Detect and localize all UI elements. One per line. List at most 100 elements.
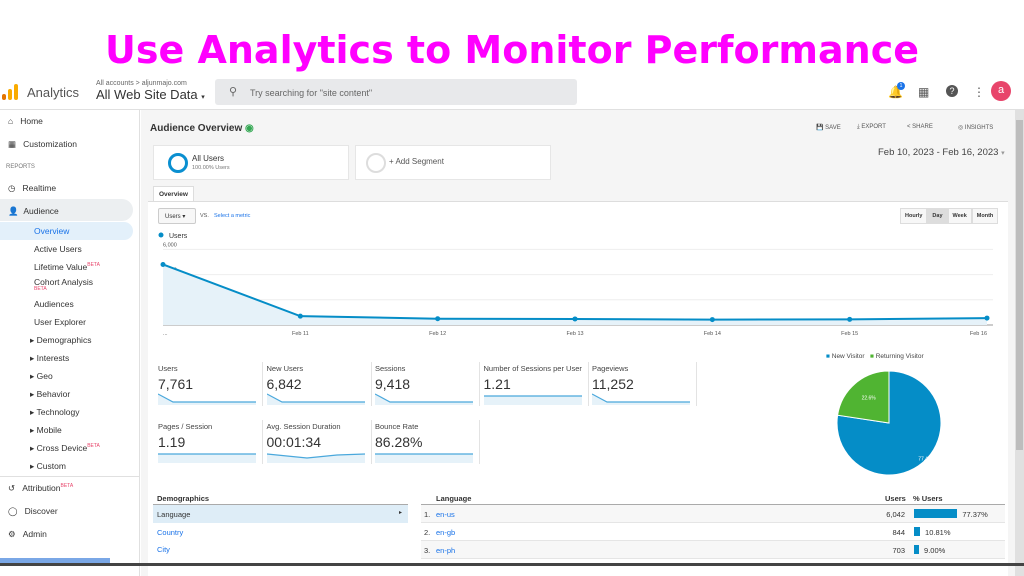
label: Feb 10, 2023 - Feb 16, 2023 (878, 147, 999, 158)
sidebar-item-geo[interactable]: ▸ Geo (30, 371, 53, 382)
select-metric-link[interactable]: Select a metric (214, 213, 250, 219)
metric-card[interactable]: New Users 6,842 (266, 364, 371, 405)
label: Lifetime Value (34, 262, 88, 272)
metric-label: Users (158, 364, 178, 373)
label: Geo (36, 371, 53, 381)
data-point[interactable] (984, 315, 990, 321)
metric-value: 7,761 (158, 376, 194, 392)
data-point[interactable] (435, 316, 441, 322)
demographics-header: Demographics (157, 494, 210, 503)
sidebar-item-active-users[interactable]: Active Users (34, 244, 82, 254)
divider (148, 201, 1008, 202)
notification-badge: 1 (897, 82, 905, 90)
granularity-week[interactable]: Week (947, 208, 972, 224)
tab-overview[interactable]: Overview (153, 186, 194, 202)
sidebar-item-interests[interactable]: ▸ Interests (30, 353, 69, 364)
label: Behavior (36, 389, 71, 399)
label: Cross Device (36, 443, 88, 453)
brand-name: Analytics (27, 85, 80, 100)
sidebar-item-customization[interactable]: ▦ Customization (8, 139, 77, 150)
avatar[interactable]: a (991, 81, 1011, 101)
row-pct: 9.00% (924, 546, 946, 555)
row-rank: 2. (424, 528, 431, 537)
help-icon[interactable]: ? (946, 85, 958, 97)
label: SAVE (825, 125, 841, 131)
row-language-link[interactable]: en-us (436, 510, 455, 519)
save-button[interactable]: 💾 SAVE (816, 124, 841, 131)
row-language-link[interactable]: en-gb (436, 528, 455, 537)
demographics-item-city[interactable]: City (157, 545, 170, 554)
scrollbar[interactable] (1015, 110, 1024, 576)
metric-value: 1.19 (158, 434, 186, 450)
row-language-link[interactable]: en-ph (436, 546, 455, 555)
sidebar-item-lifetime-value[interactable]: Lifetime ValueBETA (34, 262, 100, 272)
metric-card[interactable]: Sessions 9,418 (375, 364, 479, 405)
metric-sparkline (375, 453, 473, 463)
metric-card[interactable]: Number of Sessions per User 1.21 (483, 364, 588, 405)
granularity-month[interactable]: Month (971, 208, 999, 224)
row-rank: 3. (424, 546, 431, 555)
data-point[interactable] (572, 316, 578, 322)
gear-icon: ⚙ (8, 529, 16, 539)
granularity-group: Hourly Day Week Month (900, 208, 999, 224)
sidebar-item-overview-label[interactable]: Overview (34, 226, 69, 236)
metric-card[interactable]: Bounce Rate 86.28% (375, 422, 479, 463)
label: Discover (24, 506, 58, 516)
metric-sparkline (158, 453, 256, 463)
data-point[interactable] (709, 317, 715, 323)
top-bar: Analytics All accounts > aljunmajo.com A… (0, 76, 1024, 110)
account-selector[interactable]: All accounts > aljunmajo.com All Web Sit… (96, 80, 205, 102)
metric-select[interactable]: Users ▾ (158, 208, 196, 224)
sidebar-item-audience-label[interactable]: 👤 Audience (8, 206, 59, 217)
metric-card[interactable]: Avg. Session Duration 00:01:34 (266, 422, 371, 463)
search-input[interactable]: ⚲ Try searching for "site content" (215, 79, 577, 105)
sidebar-item-attribution[interactable]: ↺ AttributionBETA (8, 483, 73, 494)
row-users: 6,042 (886, 510, 905, 519)
sidebar-item-behavior[interactable]: ▸ Behavior (30, 389, 70, 400)
lightbulb-icon: ◯ (8, 506, 18, 516)
share-button[interactable]: < SHARE (907, 124, 933, 130)
sidebar-item-demographics[interactable]: ▸ Demographics (30, 335, 91, 346)
main-content: Audience Overview ◉ 💾 SAVE ⤓ EXPORT < SH… (141, 110, 1015, 576)
x-tick-label: Feb 15 (841, 331, 858, 337)
sidebar-item-realtime[interactable]: ◷ Realtime (8, 183, 56, 194)
data-point[interactable] (297, 313, 303, 319)
metric-card[interactable]: Users 7,761 (158, 364, 262, 405)
clock-icon: ◷ (8, 183, 16, 193)
data-point[interactable] (847, 316, 853, 322)
label: Audience (23, 206, 59, 216)
sidebar-item-discover[interactable]: ◯ Discover (8, 506, 58, 517)
demographics-item-language[interactable]: Language ▸ (153, 505, 408, 523)
sidebar-item-admin[interactable]: ⚙ Admin (8, 529, 47, 540)
analytics-logo[interactable] (2, 84, 18, 100)
segment-circle-icon (168, 153, 188, 173)
sidebar-item-audiences[interactable]: Audiences (34, 299, 74, 309)
demographics-item-country[interactable]: Country (157, 528, 183, 537)
granularity-hourly[interactable]: Hourly (900, 208, 928, 224)
scrollbar-thumb[interactable] (1016, 120, 1023, 450)
metric-card[interactable]: Pages / Session 1.19 (158, 422, 262, 463)
sidebar-item-cross-device[interactable]: ▸ Cross DeviceBETA (30, 443, 100, 454)
date-range-picker[interactable]: Feb 10, 2023 - Feb 16, 2023 ▾ (878, 147, 1005, 158)
x-tick-label: Feb 16 (970, 331, 987, 337)
sidebar-item-custom[interactable]: ▸ Custom (30, 461, 66, 472)
granularity-day[interactable]: Day (927, 208, 948, 224)
sidebar-item-user-explorer[interactable]: User Explorer (34, 317, 86, 327)
sidebar-item-home[interactable]: ⌂ Home (8, 116, 43, 126)
export-button[interactable]: ⤓ EXPORT (857, 124, 886, 131)
segment-circle-icon (366, 153, 386, 173)
y-tick-label: 6,000 (163, 242, 177, 248)
sidebar-item-technology[interactable]: ▸ Technology (30, 407, 80, 418)
metric-value: 00:01:34 (266, 434, 322, 450)
add-segment-button[interactable]: + Add Segment (355, 145, 551, 180)
metric-card[interactable]: Pageviews 11,252 (592, 364, 696, 405)
more-vert-icon[interactable]: ⋮ (973, 85, 985, 99)
apps-grid-icon[interactable]: ▦ (918, 85, 929, 99)
segment-all-users[interactable]: All Users 100.00% Users (153, 145, 349, 180)
sidebar-item-mobile[interactable]: ▸ Mobile (30, 425, 62, 436)
insights-button[interactable]: ◎ INSIGHTS (958, 124, 993, 131)
row-pct: 77.37% (962, 510, 988, 519)
legend-swatch-returning: ■ (869, 353, 874, 360)
data-point[interactable] (160, 261, 166, 267)
segment-pct: 100.00% Users (192, 165, 230, 171)
